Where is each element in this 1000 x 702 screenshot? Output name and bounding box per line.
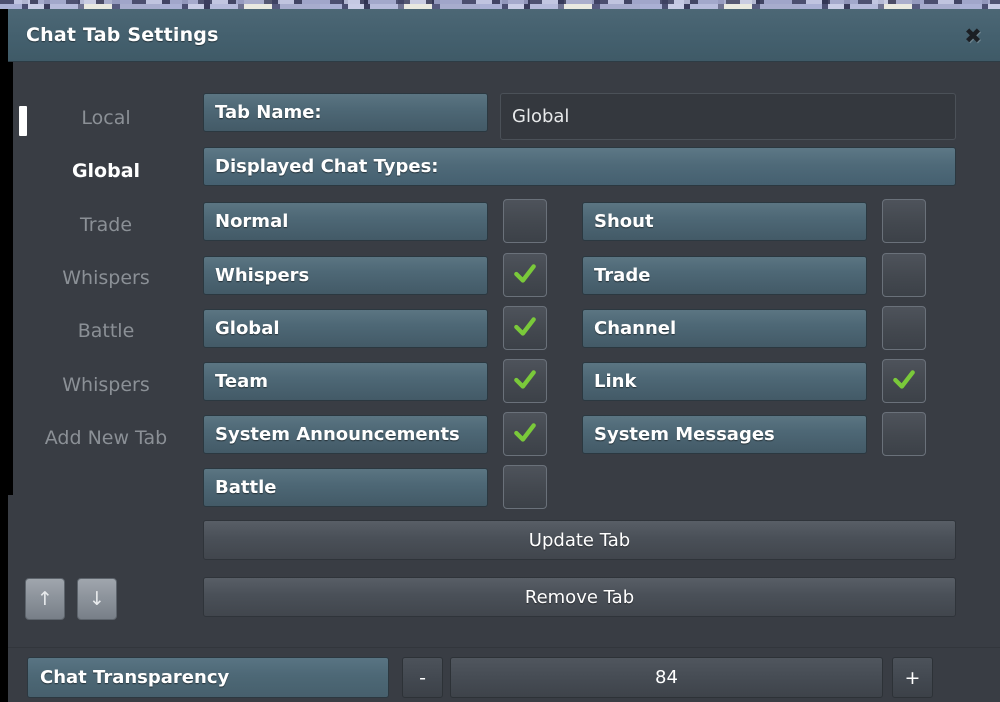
chat-type-checkbox-global[interactable] <box>503 306 547 350</box>
close-icon[interactable]: ✖ <box>962 26 984 48</box>
check-icon <box>893 370 915 389</box>
chat-type-checkbox-link[interactable] <box>882 359 926 403</box>
chat-tab-settings-window: Chat Tab Settings ✖ Local Global Trade W… <box>8 9 1000 702</box>
tab-name-label: Tab Name: <box>203 93 488 132</box>
sidebar-item-trade[interactable]: Trade <box>22 208 190 242</box>
check-icon <box>514 317 536 336</box>
sidebar-item-global[interactable]: Global <box>22 154 190 188</box>
chat-type-checkbox-channel[interactable] <box>882 306 926 350</box>
sidebar-item-battle[interactable]: Battle <box>22 314 190 348</box>
chat-type-label-link[interactable]: Link <box>582 362 867 401</box>
transparency-value[interactable]: 84 <box>450 657 883 698</box>
move-tab-down-button[interactable]: ↓ <box>77 578 117 620</box>
chat-transparency-label: Chat Transparency <box>27 657 389 698</box>
sidebar-item-local[interactable]: Local <box>22 101 190 135</box>
chat-type-checkbox-system-messages[interactable] <box>882 412 926 456</box>
chat-type-label-normal[interactable]: Normal <box>203 202 488 241</box>
tab-settings-form: Tab Name: Global Displayed Chat Types: N… <box>194 62 1000 702</box>
check-icon <box>514 370 536 389</box>
game-background-strip-detail <box>0 0 1000 4</box>
tab-list-sidebar: Local Global Trade Whispers Battle Whisp… <box>8 62 194 702</box>
check-icon <box>514 264 536 283</box>
chat-type-label-shout[interactable]: Shout <box>582 202 867 241</box>
chat-type-label-whispers[interactable]: Whispers <box>203 256 488 295</box>
window-titlebar: Chat Tab Settings ✖ <box>8 9 1000 62</box>
chat-transparency-bar: Chat Transparency - 84 + <box>8 648 1000 702</box>
chat-type-label-channel[interactable]: Channel <box>582 309 867 348</box>
sidebar-item-add-new-tab[interactable]: Add New Tab <box>22 421 190 455</box>
displayed-chat-types-header: Displayed Chat Types: <box>203 147 956 186</box>
update-tab-button[interactable]: Update Tab <box>203 520 956 560</box>
window-title: Chat Tab Settings <box>26 24 219 46</box>
remove-tab-button[interactable]: Remove Tab <box>203 577 956 617</box>
move-tab-up-button[interactable]: ↑ <box>25 578 65 620</box>
chat-type-checkbox-system-announcements[interactable] <box>503 412 547 456</box>
tab-name-input[interactable]: Global <box>500 93 956 140</box>
chat-type-checkbox-whispers[interactable] <box>503 253 547 297</box>
sidebar-item-whispers-2[interactable]: Whispers <box>22 368 190 402</box>
sidebar-item-whispers-1[interactable]: Whispers <box>22 261 190 295</box>
chat-type-checkbox-normal[interactable] <box>503 199 547 243</box>
chat-type-checkbox-trade[interactable] <box>882 253 926 297</box>
chat-type-checkbox-battle[interactable] <box>503 465 547 509</box>
chat-type-checkbox-shout[interactable] <box>882 199 926 243</box>
chat-type-label-system-messages[interactable]: System Messages <box>582 415 867 454</box>
chat-type-checkbox-team[interactable] <box>503 359 547 403</box>
chat-type-label-system-announcements[interactable]: System Announcements <box>203 415 488 454</box>
chat-type-label-battle[interactable]: Battle <box>203 468 488 507</box>
transparency-increment-button[interactable]: + <box>892 657 933 698</box>
window-body: Local Global Trade Whispers Battle Whisp… <box>8 62 1000 702</box>
screen: Chat Tab Settings ✖ Local Global Trade W… <box>0 0 1000 702</box>
chat-type-label-trade[interactable]: Trade <box>582 256 867 295</box>
transparency-decrement-button[interactable]: - <box>402 657 443 698</box>
check-icon <box>514 423 536 442</box>
chat-type-label-global[interactable]: Global <box>203 309 488 348</box>
chat-type-label-team[interactable]: Team <box>203 362 488 401</box>
